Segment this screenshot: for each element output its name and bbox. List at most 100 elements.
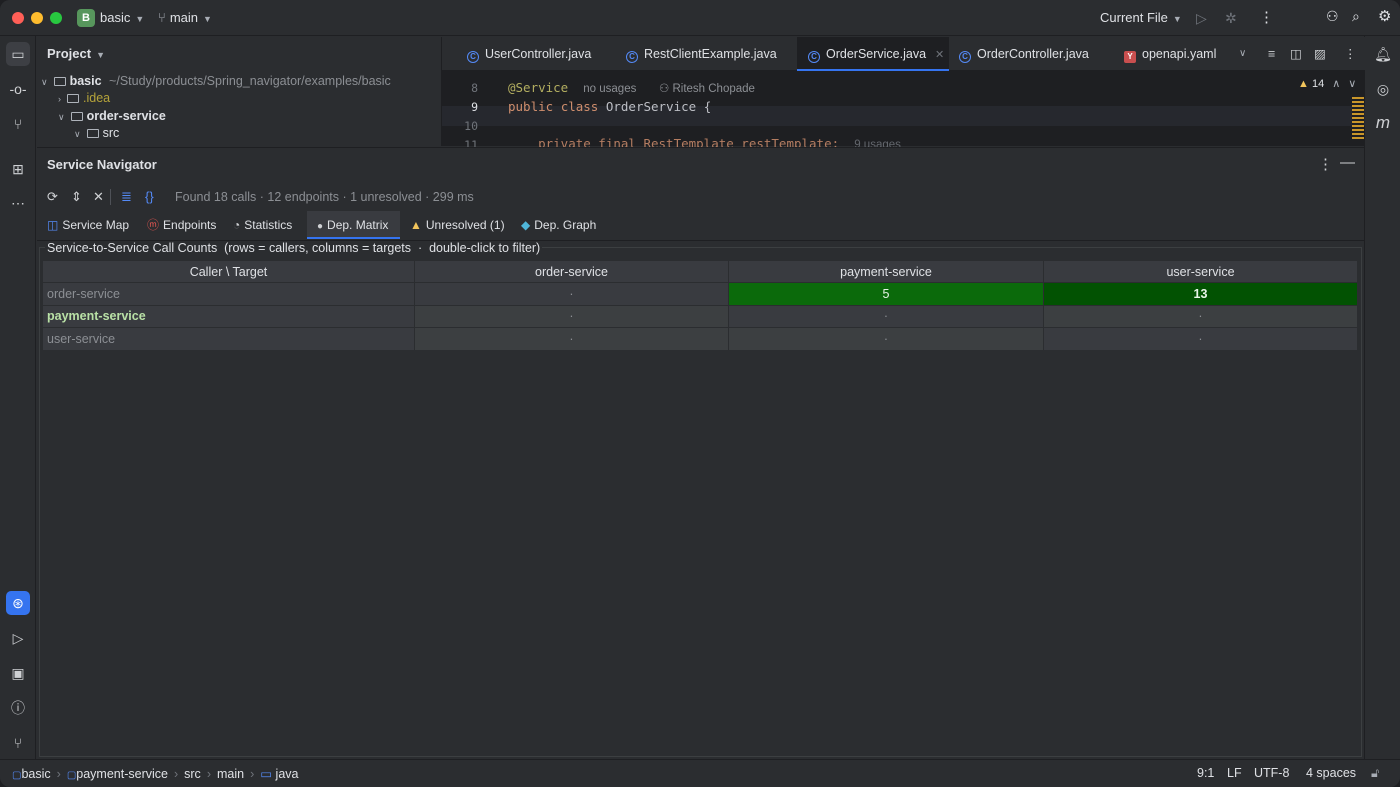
tab-label: Endpoints	[163, 218, 217, 232]
graph-icon: ◆	[521, 218, 531, 232]
reader-mode-icon[interactable]: ≡	[1268, 37, 1275, 71]
matrix-icon: ●	[317, 221, 324, 232]
chevron-up-icon[interactable]: ∧	[1332, 78, 1340, 90]
breadcrumb-item[interactable]: main	[217, 767, 244, 781]
matrix-cell[interactable]: ·	[1043, 327, 1358, 351]
commit-icon[interactable]: -o-	[6, 77, 30, 101]
tab-service-map[interactable]: ◫ Service Map	[47, 211, 129, 239]
tree-item-label: order-service	[86, 109, 166, 123]
tab-label: Service Map	[62, 218, 130, 232]
indent-setting[interactable]: 4 spaces	[1306, 766, 1356, 780]
row-header[interactable]: order-service	[42, 282, 415, 306]
expand-all-icon[interactable]: ⇕	[71, 189, 82, 205]
more-tools-icon[interactable]: ⋯	[6, 191, 30, 215]
column-header[interactable]: payment-service	[728, 260, 1044, 283]
line-separator[interactable]: LF	[1227, 766, 1242, 780]
tab-unresolved[interactable]: ▲ Unresolved (1)	[410, 211, 505, 239]
file-encoding[interactable]: UTF-8	[1254, 766, 1289, 780]
breadcrumb-item[interactable]: src	[184, 767, 201, 781]
project-selector[interactable]: basic ▼	[100, 10, 144, 25]
problems-icon[interactable]: ⓘ	[6, 696, 30, 720]
tabs-dropdown-icon[interactable]: ∨	[1239, 37, 1246, 71]
tree-item-idea[interactable]: › .idea	[58, 89, 110, 107]
debug-icon[interactable]: ✲	[1225, 10, 1237, 27]
row-header[interactable]: user-service	[42, 327, 415, 351]
structure-icon[interactable]: ⊞	[6, 157, 30, 181]
tree-item-order-service[interactable]: ∨ order-service	[58, 107, 166, 125]
close-window-button[interactable]	[12, 12, 24, 24]
add-user-icon[interactable]: ⚇	[1326, 8, 1339, 25]
matrix-row[interactable]: payment-service · · ·	[42, 304, 1358, 328]
maximize-window-button[interactable]	[50, 12, 62, 24]
tab-rest-client-example[interactable]: C RestClientExample.java	[626, 37, 777, 71]
branch-selector[interactable]: ⑂ main ▼	[158, 10, 212, 25]
row-header[interactable]: payment-service	[42, 304, 415, 328]
matrix-cell[interactable]: ·	[728, 304, 1044, 328]
json-icon[interactable]: {}	[145, 189, 154, 204]
breadcrumb-item[interactable]: java	[276, 767, 299, 781]
more-actions-icon[interactable]: ⋮	[1259, 8, 1274, 26]
breadcrumb-item[interactable]: basic	[21, 767, 50, 781]
warning-icon: ▲	[410, 218, 422, 232]
project-panel-header[interactable]: Project ▼	[47, 46, 105, 61]
tab-dep-graph[interactable]: ◆ Dep. Graph	[521, 211, 596, 239]
run-config-selector[interactable]: Current File ▼	[1100, 10, 1182, 25]
tab-order-controller[interactable]: C OrderController.java	[959, 37, 1089, 71]
matrix-row[interactable]: order-service · 5 13	[42, 282, 1358, 306]
code-line-8[interactable]: @Service no usages ⚇ Ritesh Chopade	[508, 80, 755, 95]
column-header[interactable]: order-service	[414, 260, 729, 283]
folder-icon[interactable]: ▭	[6, 42, 30, 66]
tab-user-controller[interactable]: C UserController.java	[467, 37, 591, 71]
matrix-cell[interactable]: ·	[728, 327, 1044, 351]
dependency-matrix[interactable]: Caller \ Target order-service payment-se…	[42, 260, 1358, 351]
maven-icon[interactable]: m	[1371, 111, 1395, 135]
tab-openapi-yaml[interactable]: Yopenapi.yaml	[1124, 37, 1216, 71]
refresh-icon[interactable]: ⟳	[47, 189, 58, 205]
column-header[interactable]: user-service	[1043, 260, 1358, 283]
lock-icon[interactable]: 🔓︎	[1371, 766, 1379, 781]
chevron-down-icon: ▼	[203, 14, 212, 24]
services-icon[interactable]: ▷	[6, 626, 30, 650]
filter-icon[interactable]: ≣	[121, 189, 132, 205]
code-line-9[interactable]: public class OrderService {	[508, 99, 711, 114]
tab-endpoints[interactable]: ⓜ Endpoints	[147, 211, 216, 239]
run-icon[interactable]: ▷	[1196, 10, 1207, 27]
minimize-window-button[interactable]	[31, 12, 43, 24]
collapse-all-icon[interactable]: ✕	[93, 189, 104, 205]
caret-position[interactable]: 9:1	[1197, 766, 1214, 780]
minimize-panel-icon[interactable]: —	[1340, 154, 1355, 171]
tab-statistics[interactable]: ◔ Statistics	[233, 211, 292, 239]
editor-tab-bar: C UserController.java C RestClientExample.…	[442, 37, 1365, 71]
search-icon[interactable]: ⌕	[1352, 8, 1360, 25]
tab-label: openapi.yaml	[1142, 47, 1217, 61]
error-stripe[interactable]	[1352, 97, 1364, 141]
breadcrumb-item[interactable]: payment-service	[76, 767, 168, 781]
more-options-icon[interactable]: ⋮	[1318, 155, 1333, 173]
notifications-icon[interactable]: 🔔︎	[1371, 42, 1395, 66]
inspections-widget[interactable]: ▲ 14 ∧ ∨	[1298, 77, 1356, 90]
project-name: basic	[100, 10, 131, 25]
tree-item-basic[interactable]: ∨ basic ~/Study/products/Spring_navigator…	[41, 72, 391, 90]
ai-assistant-icon[interactable]: ◎	[1371, 77, 1395, 101]
tree-item-src[interactable]: ∨ src	[74, 124, 119, 142]
matrix-cell[interactable]: ·	[414, 304, 729, 328]
preview-icon[interactable]: ▨	[1314, 37, 1326, 71]
git-icon[interactable]: ⑂	[6, 731, 30, 755]
service-navigator-icon[interactable]: ⊛	[6, 591, 30, 615]
matrix-cell[interactable]: ·	[414, 282, 729, 306]
more-actions-icon[interactable]: ⋮	[1344, 37, 1357, 71]
tab-dep-matrix[interactable]: ● Dep. Matrix	[307, 211, 400, 239]
matrix-cell[interactable]: 5	[728, 282, 1044, 306]
matrix-cell[interactable]: ·	[1043, 304, 1358, 328]
gear-icon[interactable]: ⚙	[1378, 7, 1391, 25]
chevron-down-icon[interactable]: ∨	[1348, 78, 1356, 90]
close-tab-icon[interactable]: ✕	[935, 49, 944, 61]
tab-order-service[interactable]: C OrderService.java ✕	[797, 37, 949, 71]
chevron-right-icon: ›	[56, 767, 61, 781]
matrix-row[interactable]: user-service · · ·	[42, 327, 1358, 351]
matrix-cell[interactable]: ·	[414, 327, 729, 351]
split-editor-icon[interactable]: ◫	[1290, 37, 1302, 71]
matrix-cell[interactable]: 13	[1043, 282, 1358, 306]
pull-requests-icon[interactable]: ⑂	[6, 112, 30, 136]
terminal-icon[interactable]: ▣	[6, 661, 30, 685]
